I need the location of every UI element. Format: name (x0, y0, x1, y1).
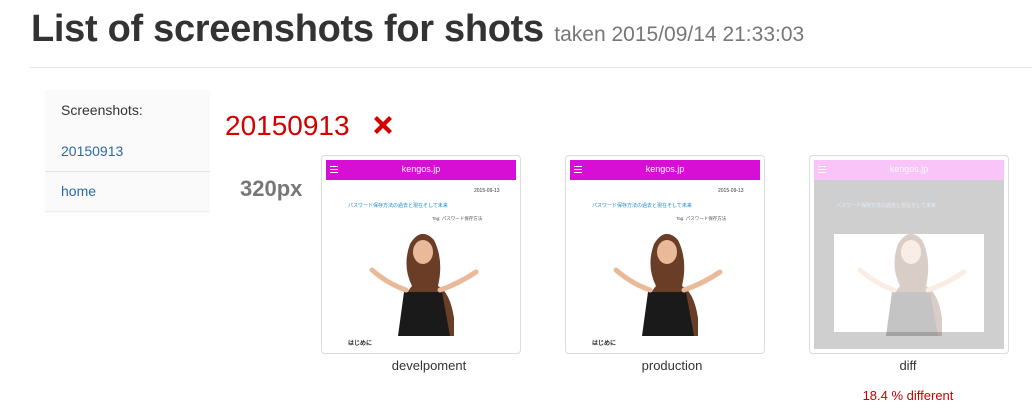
sidebar-item-label[interactable]: 20150913 (61, 143, 123, 159)
page-title: List of screenshots for shots (31, 8, 544, 50)
mini-brand: kengos.jp (645, 164, 685, 174)
sidebar: Screenshots: 20150913 home (45, 90, 210, 213)
mini-tag: Tag: パスワード保存方法 (432, 216, 483, 221)
page-header: List of screenshots for shots taken 2015… (31, 8, 1032, 51)
thumbnail-caption: diff (899, 358, 917, 373)
mini-navbar: kengos.jp (814, 160, 1004, 180)
mini-navbar: kengos.jp (326, 160, 516, 180)
mini-brand: kengos.jp (401, 164, 441, 174)
woman-figure-image (369, 233, 479, 336)
sidebar-heading: Screenshots: (61, 102, 143, 118)
header-divider (30, 67, 1032, 68)
screenshot-thumbnail-development[interactable]: kengos.jp 2015-09-13 パスワード保存方法の過去と現在そして未… (321, 155, 521, 354)
viewport-size-label: 320px (240, 176, 303, 201)
sidebar-item-label[interactable]: home (61, 183, 96, 199)
taken-timestamp: taken 2015/09/14 21:33:03 (554, 23, 805, 46)
diff-percent-label: 18.4 % different (862, 388, 954, 403)
mini-heading: はじめに (348, 341, 373, 347)
screenshot-thumbnail-diff[interactable]: kengos.jp パスワード保存方法の過去と現在そして未来 (809, 155, 1009, 354)
mini-post-title: パスワード保存方法の過去と現在そして未来 (592, 203, 692, 209)
screenshot-thumbnail-production[interactable]: kengos.jp 2015-09-13 パスワード保存方法の過去と現在そして未… (565, 155, 765, 354)
mini-date: 2015-09-13 (718, 188, 744, 194)
mini-navbar: kengos.jp (570, 160, 760, 180)
thumbnail-caption: production (641, 358, 703, 373)
mini-date: 2015-09-13 (474, 188, 500, 194)
mini-brand: kengos.jp (889, 164, 929, 174)
thumbnail-caption: develpoment (391, 358, 467, 373)
mini-tag: Tag: パスワード保存方法 (676, 216, 727, 221)
sidebar-item-home[interactable]: home (45, 172, 210, 212)
mini-heading: はじめに (592, 341, 617, 347)
fail-x-icon (374, 116, 392, 134)
run-title: 20150913 (225, 110, 350, 141)
mini-post-title: パスワード保存方法の過去と現在そして未来 (836, 203, 936, 209)
sidebar-item-20150913[interactable]: 20150913 (45, 132, 210, 172)
mini-post-title: パスワード保存方法の過去と現在そして未来 (348, 203, 448, 209)
woman-figure-image (613, 233, 723, 336)
woman-figure-image (857, 233, 967, 336)
